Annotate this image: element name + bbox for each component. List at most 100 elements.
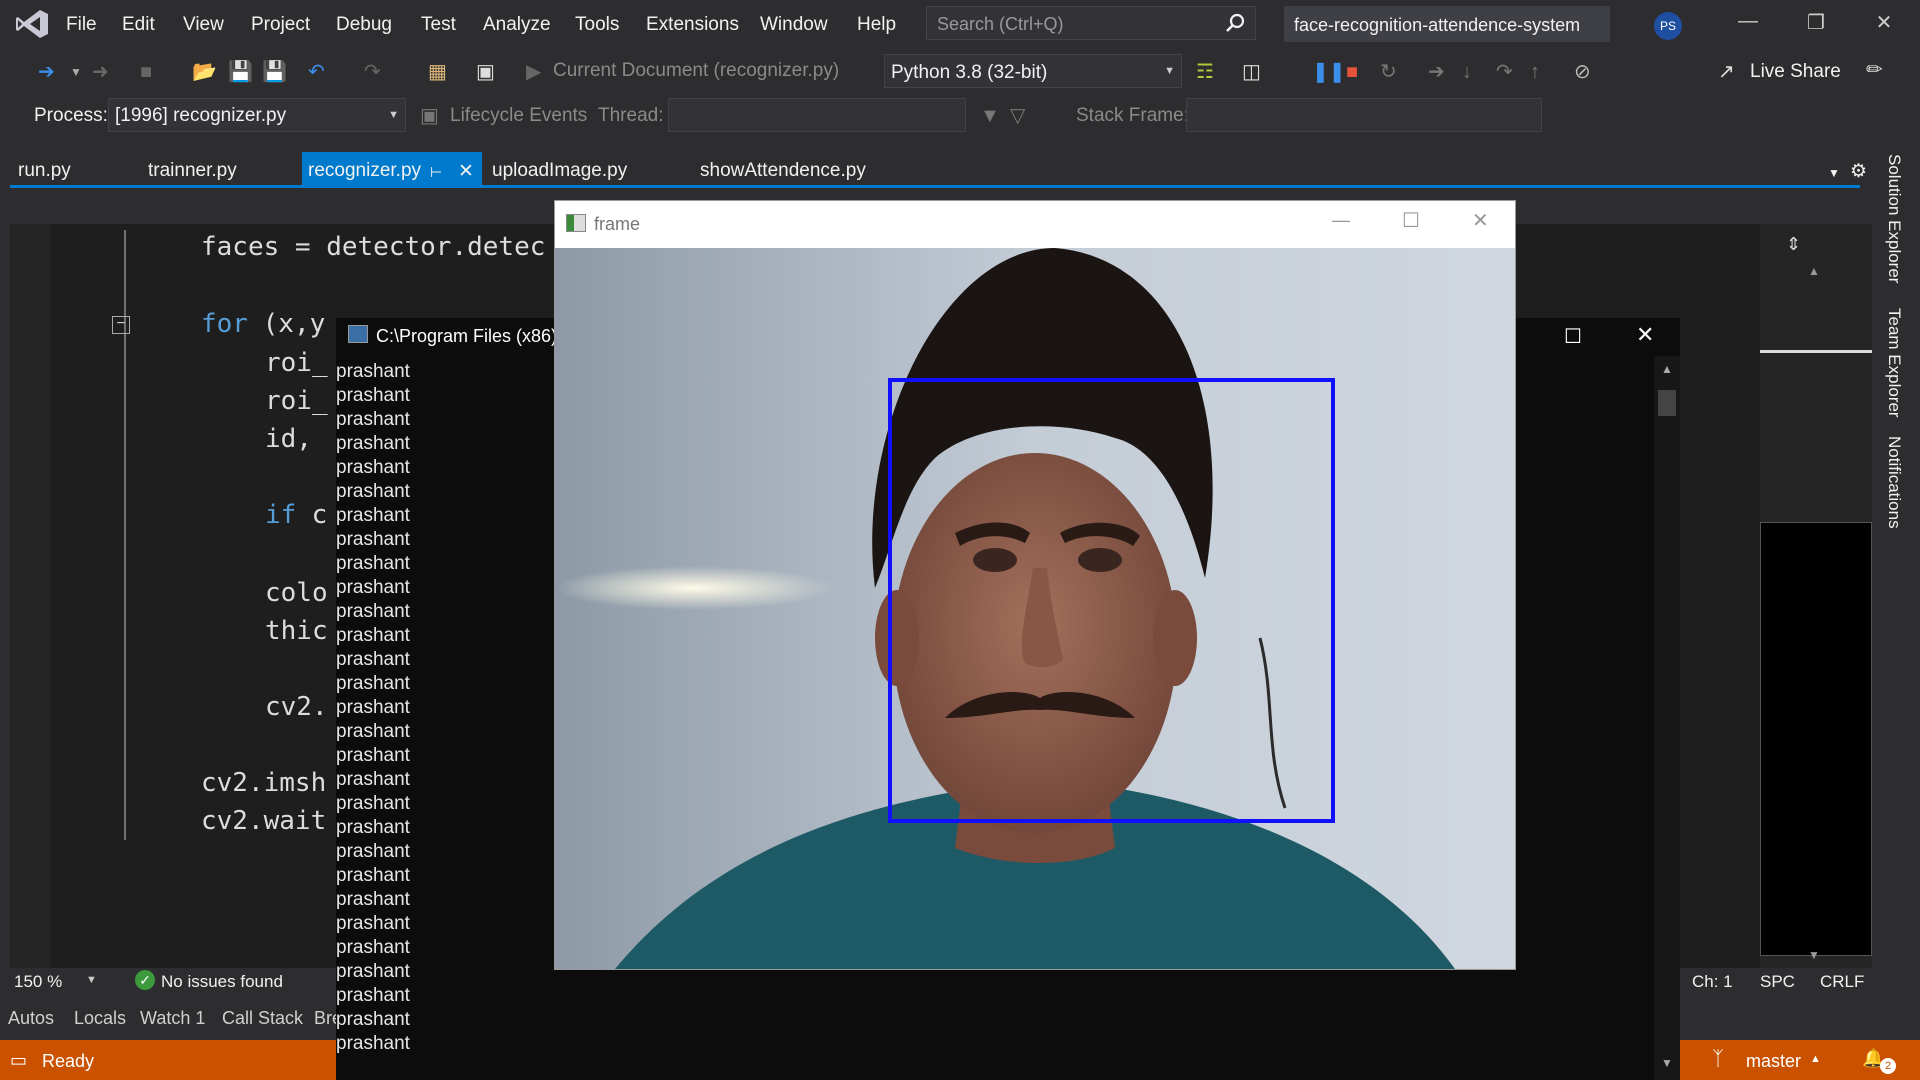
chevron-down-icon[interactable]: ▼ xyxy=(86,974,97,986)
maximize-icon[interactable]: ☐ xyxy=(1402,208,1420,233)
menu-analyze[interactable]: Analyze xyxy=(483,14,551,36)
console-line: prashant xyxy=(336,865,410,886)
issues-status[interactable]: No issues found xyxy=(161,972,283,992)
menu-edit[interactable]: Edit xyxy=(122,14,155,36)
tab-recognizer-py[interactable]: recognizer.py xyxy=(308,160,421,182)
editor-gutter[interactable] xyxy=(10,224,50,968)
collapse-region-icon[interactable]: − xyxy=(112,316,130,334)
redo-icon[interactable]: ↷ xyxy=(364,60,381,84)
restart-icon[interactable]: ↻ xyxy=(1380,60,1397,84)
git-branch-icon[interactable]: ᛉ xyxy=(1712,1048,1724,1071)
pin-tab-icon[interactable]: ⊢ xyxy=(430,164,442,181)
solution-explorer-tab[interactable]: Solution Explorer xyxy=(1884,154,1904,283)
chevron-down-icon[interactable]: ▼ xyxy=(70,60,82,84)
console-scrollbar[interactable]: ▲ ▼ xyxy=(1654,356,1680,1080)
spacing-indicator[interactable]: SPC xyxy=(1760,972,1795,992)
code-line: roi_ xyxy=(265,348,328,378)
chevron-up-icon[interactable]: ▲ xyxy=(1810,1053,1821,1065)
minimap-viewport[interactable] xyxy=(1760,522,1872,956)
code-line: roi_ xyxy=(265,386,328,416)
solution-name[interactable]: face-recognition-attendence-system xyxy=(1284,6,1610,42)
tab-overflow-dropdown-icon[interactable]: ▼ xyxy=(1828,166,1840,180)
menu-file[interactable]: File xyxy=(66,14,97,36)
step-over-icon[interactable]: ↷ xyxy=(1496,60,1513,84)
navigate-forward-icon[interactable]: ➜ xyxy=(92,60,109,84)
tab-autos[interactable]: Autos xyxy=(8,1008,54,1029)
scroll-down-icon[interactable]: ▼ xyxy=(1661,1056,1673,1070)
new-project-icon[interactable]: ■ xyxy=(140,60,152,84)
output-window-icon[interactable]: ▭ xyxy=(10,1050,27,1071)
open-file-icon[interactable]: 📂 xyxy=(192,60,217,84)
save-all-icon[interactable]: 💾 xyxy=(262,60,287,84)
console-line: prashant xyxy=(336,985,410,1006)
scroll-up-icon[interactable]: ▲ xyxy=(1808,264,1820,278)
menu-window[interactable]: Window xyxy=(760,14,828,36)
maximize-icon[interactable]: ☐ xyxy=(1564,324,1582,349)
code-line: thic xyxy=(265,616,328,646)
live-share-button[interactable]: Live Share xyxy=(1750,61,1841,83)
menu-view[interactable]: View xyxy=(183,14,224,36)
breakpoints-icon[interactable]: ⊘ xyxy=(1574,60,1591,84)
undo-icon[interactable]: ↶ xyxy=(308,60,325,84)
column-indicator[interactable]: Ch: 1 xyxy=(1692,972,1733,992)
avatar[interactable]: PS xyxy=(1654,12,1682,40)
console-line: prashant xyxy=(336,433,410,454)
team-explorer-tab[interactable]: Team Explorer xyxy=(1884,308,1904,418)
gear-icon[interactable]: ⚙ xyxy=(1850,160,1867,183)
layout-icon[interactable]: ◫ xyxy=(1242,60,1261,84)
tab-uploadimage-py[interactable]: uploadImage.py xyxy=(492,160,627,182)
menu-test[interactable]: Test xyxy=(421,14,456,36)
live-share-icon[interactable]: ↗ xyxy=(1718,60,1735,84)
notifications-tab[interactable]: Notifications xyxy=(1884,436,1904,529)
line-ending-indicator[interactable]: CRLF xyxy=(1820,972,1864,992)
pause-icon[interactable]: ❚❚ xyxy=(1312,60,1346,84)
minimize-icon[interactable]: — xyxy=(1728,10,1768,38)
lifecycle-events-icon[interactable]: ▣ xyxy=(420,104,439,128)
close-icon[interactable]: ✕ xyxy=(1864,10,1904,38)
filter-icon[interactable]: ▼ xyxy=(980,104,1000,128)
tab-watch-1[interactable]: Watch 1 xyxy=(140,1008,205,1029)
step-into-icon[interactable]: ↓ xyxy=(1462,60,1472,84)
minimap[interactable]: ⇕ ▲ ▼ xyxy=(1760,224,1872,968)
scrollbar-thumb[interactable] xyxy=(1658,390,1676,416)
stack-frame-select[interactable] xyxy=(1186,98,1542,132)
hot-reload-icon[interactable]: ☶ xyxy=(1196,60,1214,84)
clear-filter-icon[interactable]: ▽ xyxy=(1010,104,1025,128)
step-out-icon[interactable]: ↑ xyxy=(1530,60,1540,84)
show-next-statement-icon[interactable]: ➔ xyxy=(1428,60,1445,84)
scroll-down-icon[interactable]: ▼ xyxy=(1808,948,1820,962)
menu-extensions[interactable]: Extensions xyxy=(646,14,739,36)
restore-icon[interactable]: ❐ xyxy=(1796,10,1836,38)
search-input[interactable]: Search (Ctrl+Q) xyxy=(926,6,1256,40)
close-icon[interactable]: ✕ xyxy=(1636,322,1654,348)
start-icon[interactable]: ▶ xyxy=(526,60,541,84)
tab-showattendence-py[interactable]: showAttendence.py xyxy=(700,160,866,182)
feedback-icon[interactable]: ✏ xyxy=(1866,58,1883,82)
document-tab-strip xyxy=(0,150,1920,186)
process-select[interactable]: [1996] recognizer.py ▼ xyxy=(108,98,406,132)
tab-locals[interactable]: Locals xyxy=(74,1008,126,1029)
stop-icon[interactable]: ■ xyxy=(1346,60,1358,84)
tab-call-stack[interactable]: Call Stack xyxy=(222,1008,303,1029)
save-icon[interactable]: 💾 xyxy=(228,60,253,84)
startup-item-dropdown[interactable]: Current Document (recognizer.py) xyxy=(553,60,839,82)
find-in-files-icon[interactable]: ▦ xyxy=(428,60,447,84)
tab-run-py[interactable]: run.py xyxy=(18,160,71,182)
navigate-back-icon[interactable]: ➔ xyxy=(38,60,55,84)
python-environment-select[interactable]: Python 3.8 (32-bit) ▼ xyxy=(884,54,1182,88)
tab-trainner-py[interactable]: trainner.py xyxy=(148,160,237,182)
menu-tools[interactable]: Tools xyxy=(575,14,619,36)
menu-debug[interactable]: Debug xyxy=(336,14,392,36)
close-icon[interactable]: ✕ xyxy=(1472,208,1489,233)
zoom-level[interactable]: 150 % xyxy=(14,972,62,992)
split-editor-icon[interactable]: ⇕ xyxy=(1786,234,1801,255)
close-tab-icon[interactable]: ✕ xyxy=(458,160,474,183)
scroll-up-icon[interactable]: ▲ xyxy=(1661,362,1673,376)
minimize-icon[interactable]: — xyxy=(1332,210,1350,231)
git-branch-name[interactable]: master xyxy=(1746,1051,1801,1072)
menu-project[interactable]: Project xyxy=(251,14,310,36)
lifecycle-events-button[interactable]: Lifecycle Events xyxy=(450,105,587,127)
thread-select[interactable] xyxy=(668,98,966,132)
menu-help[interactable]: Help xyxy=(857,14,896,36)
screenshot-icon[interactable]: ▣ xyxy=(476,60,495,84)
